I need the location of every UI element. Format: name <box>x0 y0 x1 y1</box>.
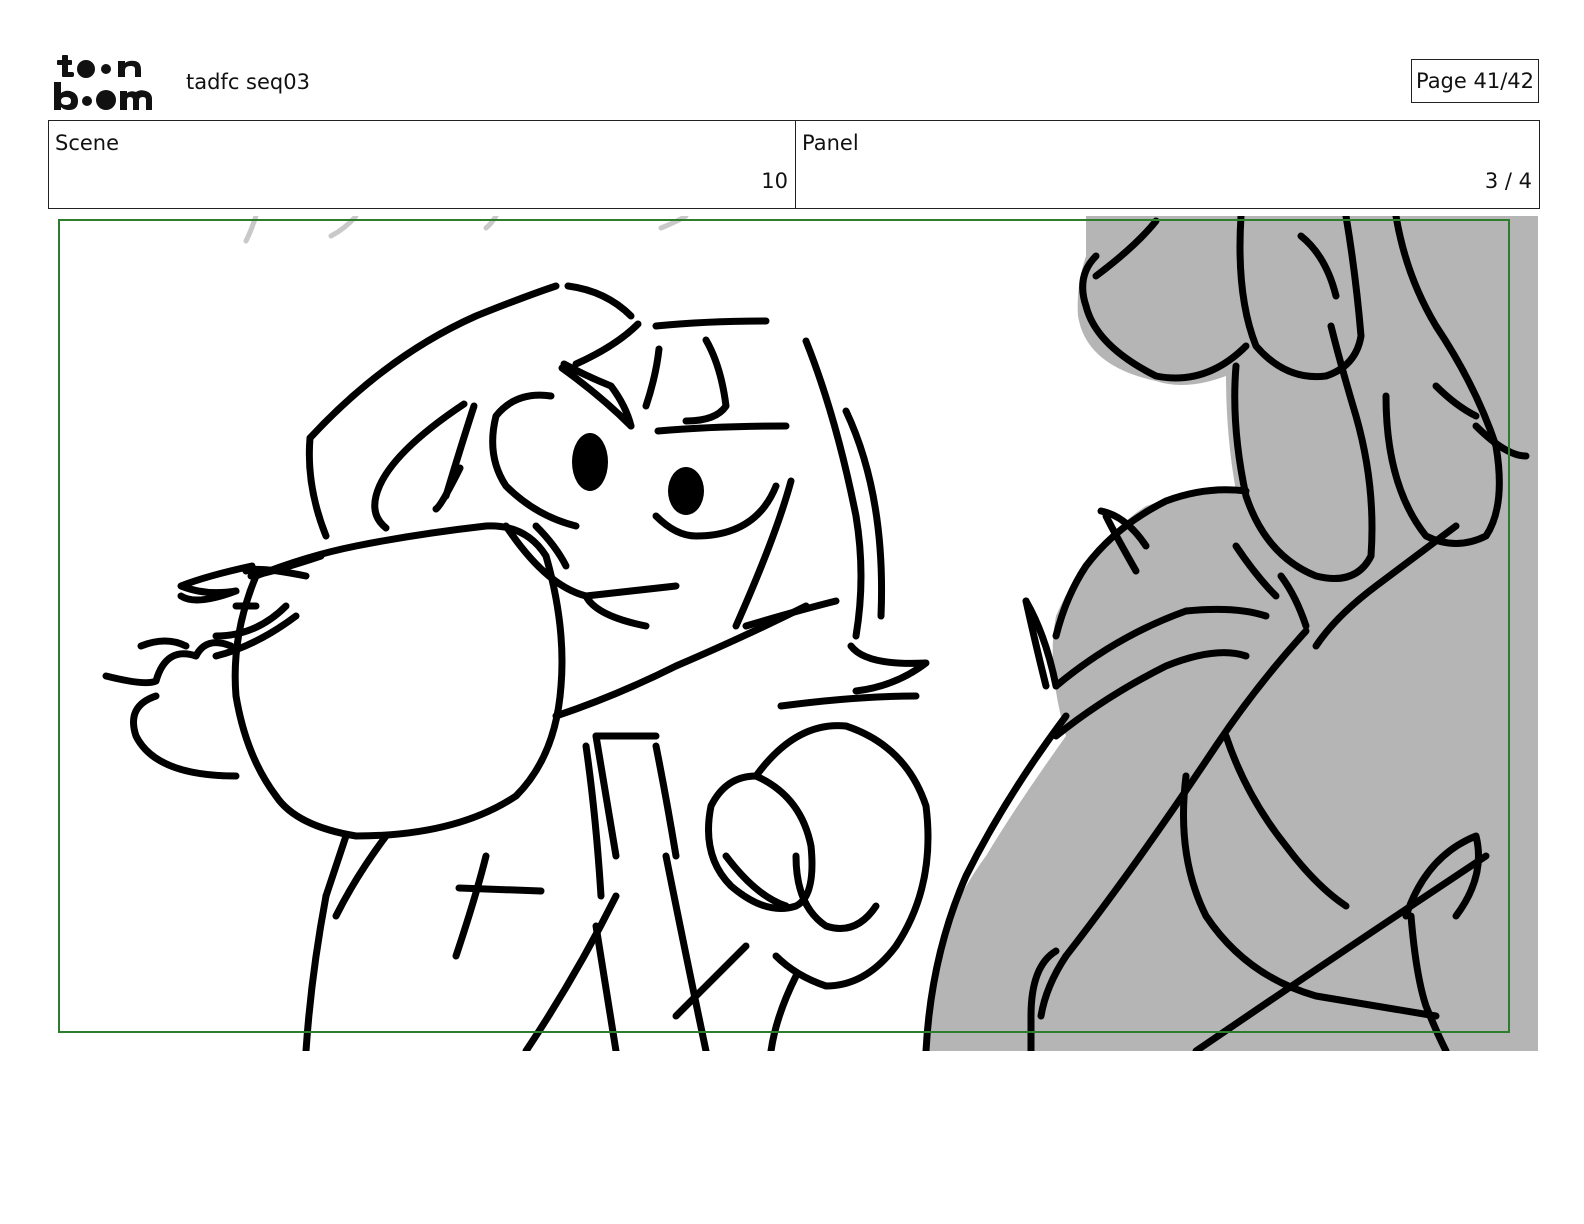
scene-cell: Scene 10 <box>49 121 796 208</box>
project-title: tadfc seq03 <box>186 70 310 94</box>
toon-boom-logo <box>52 52 164 112</box>
scene-label: Scene <box>55 131 120 155</box>
storyboard-panel-drawing <box>56 216 1538 1051</box>
panel-number: 3 / 4 <box>1484 169 1532 193</box>
page-indicator: Page 41/42 <box>1411 59 1539 103</box>
panel-sketch <box>58 216 1538 1051</box>
panel-cell: Panel 3 / 4 <box>796 121 1539 208</box>
scene-number: 10 <box>761 169 788 193</box>
panel-label: Panel <box>802 131 859 155</box>
scene-panel-info-table: Scene 10 Panel 3 / 4 <box>48 120 1540 209</box>
page-label: Page 41/42 <box>1415 69 1535 93</box>
